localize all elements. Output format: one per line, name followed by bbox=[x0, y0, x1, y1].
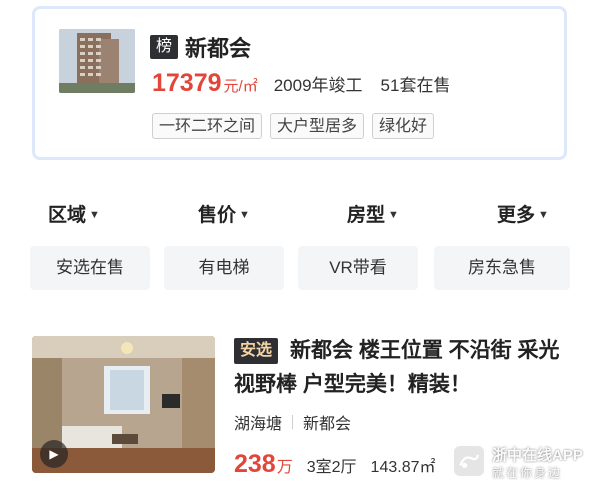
quick-filter-chip[interactable]: 安选在售 bbox=[30, 246, 150, 290]
filter-area[interactable]: 区域 ▼ bbox=[48, 200, 100, 227]
community-price-unit: 元/㎡ bbox=[223, 78, 258, 95]
listing-title[interactable]: 新都会 楼王位置 不沿街 采光视野棒 户型完美！精装！ bbox=[234, 334, 574, 402]
community-tag: 绿化好 bbox=[372, 113, 435, 139]
filter-price-label: 售价 bbox=[198, 205, 237, 226]
chevron-down-icon: ▼ bbox=[538, 208, 549, 221]
play-icon[interactable]: ▶ bbox=[40, 440, 68, 468]
filter-area-label: 区域 bbox=[48, 205, 87, 226]
chevron-down-icon: ▼ bbox=[239, 208, 250, 221]
listing-price-row: 238 万 3室2厅 143.87㎡ bbox=[234, 450, 436, 479]
filter-room-type[interactable]: 房型 ▼ bbox=[347, 200, 399, 227]
chevron-down-icon: ▼ bbox=[388, 208, 399, 221]
filter-more[interactable]: 更多 ▼ bbox=[497, 200, 549, 227]
community-tag: 一环二环之间 bbox=[152, 113, 263, 139]
rank-badge: 榜 bbox=[150, 35, 178, 59]
building-photo-icon bbox=[59, 29, 135, 93]
listing-community: 新都会 bbox=[303, 416, 352, 433]
community-price: 17379 bbox=[152, 69, 222, 97]
quick-filter-chip[interactable]: VR带看 bbox=[298, 246, 418, 290]
filter-price[interactable]: 售价 ▼ bbox=[198, 200, 250, 227]
listing-layout: 3室2厅 bbox=[306, 459, 357, 476]
watermark-app-name: 浙中在线APP bbox=[492, 447, 583, 464]
app-logo-icon bbox=[452, 444, 486, 478]
community-tags: 一环二环之间 大户型居多 绿化好 bbox=[152, 113, 435, 139]
community-built-year: 2009年竣工 bbox=[273, 76, 363, 95]
listing-location: 湖海塘 新都会 bbox=[234, 410, 351, 434]
listing-price-unit: 万 bbox=[276, 459, 293, 476]
filter-bar: 区域 ▼ 售价 ▼ 房型 ▼ 更多 ▼ bbox=[0, 196, 600, 230]
app-watermark: 浙中在线APP 就在你身边 bbox=[452, 442, 592, 482]
community-on-sale-count: 51套在售 bbox=[380, 76, 451, 95]
quick-filter-chip[interactable]: 房东急售 bbox=[434, 246, 570, 290]
community-name[interactable]: 新都会 bbox=[185, 31, 251, 63]
community-price-row: 17379 元/㎡ 2009年竣工 51套在售 bbox=[152, 69, 450, 98]
listing-photo[interactable]: ▶ bbox=[32, 336, 215, 473]
community-card[interactable]: 榜 新都会 17379 元/㎡ 2009年竣工 51套在售 一环二环之间 大户型… bbox=[32, 6, 567, 160]
community-photo[interactable] bbox=[59, 29, 135, 93]
listing-price: 238 bbox=[234, 450, 276, 478]
watermark-slogan: 就在你身边 bbox=[492, 466, 563, 480]
divider bbox=[292, 415, 294, 429]
filter-room-type-label: 房型 bbox=[347, 205, 386, 226]
listing-badge: 安选 bbox=[234, 338, 278, 364]
filter-more-label: 更多 bbox=[497, 205, 536, 226]
community-tag: 大户型居多 bbox=[270, 113, 365, 139]
quick-filter-chip[interactable]: 有电梯 bbox=[164, 246, 284, 290]
listing-district: 湖海塘 bbox=[234, 416, 283, 433]
chevron-down-icon: ▼ bbox=[89, 208, 100, 221]
listing-area: 143.87㎡ bbox=[370, 459, 436, 476]
